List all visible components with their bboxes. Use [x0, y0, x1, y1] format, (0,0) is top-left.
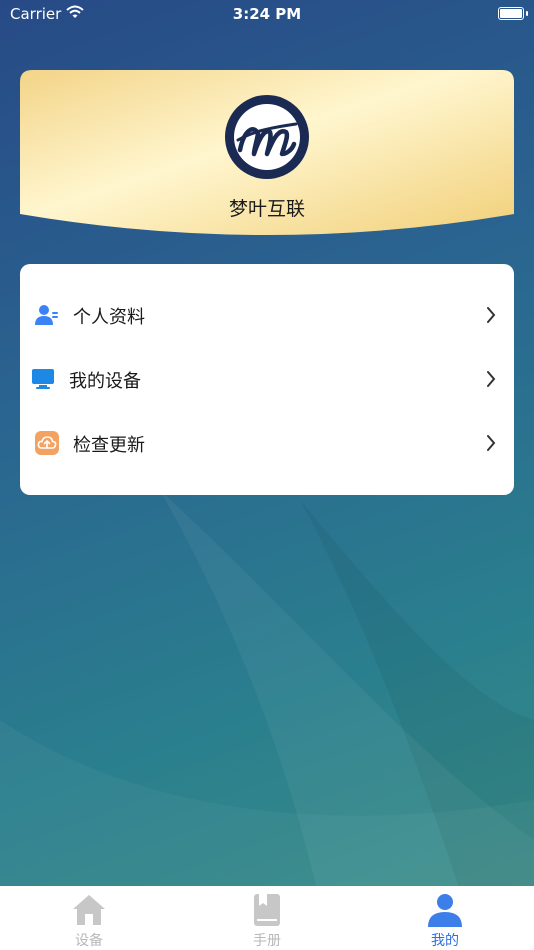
menu-card: 个人资料 我的设备 检查更新: [20, 264, 514, 495]
profile-name: 梦叶互联: [228, 198, 305, 220]
tab-devices[interactable]: 设备: [0, 886, 178, 950]
tab-mine[interactable]: 我的: [356, 886, 534, 950]
menu-item-label: 个人资料: [73, 307, 145, 328]
home-icon: [73, 895, 105, 925]
status-bar: Carrier 3:24 PM: [0, 0, 534, 30]
menu-item-profile[interactable]: 个人资料: [20, 283, 514, 347]
person-icon: [428, 894, 462, 927]
menu-item-devices[interactable]: 我的设备: [16, 347, 510, 411]
profile-card: 梦叶互联: [20, 70, 514, 240]
tab-label: 手册: [253, 933, 281, 949]
tab-label: 设备: [75, 933, 103, 949]
chevron-right-icon: [487, 435, 496, 451]
cloud-upload-icon: [35, 431, 59, 455]
tab-manual[interactable]: 手册: [178, 886, 356, 950]
chevron-right-icon: [487, 371, 496, 387]
tab-label: 我的: [431, 933, 459, 949]
user-profile-icon: [35, 305, 58, 325]
menu-item-label: 检查更新: [73, 435, 145, 456]
monitor-icon: [32, 369, 54, 389]
battery-icon: [498, 7, 524, 20]
book-icon: [254, 894, 280, 926]
chevron-right-icon: [487, 307, 496, 323]
clock: 3:24 PM: [232, 5, 302, 23]
battery-tip: [526, 11, 528, 16]
tab-bar: 设备 手册 我的: [0, 886, 534, 950]
brand-logo: [225, 95, 309, 179]
menu-item-check-update[interactable]: 检查更新: [20, 411, 514, 475]
menu-item-label: 我的设备: [69, 371, 141, 392]
script-m-logo-icon: [236, 122, 298, 157]
